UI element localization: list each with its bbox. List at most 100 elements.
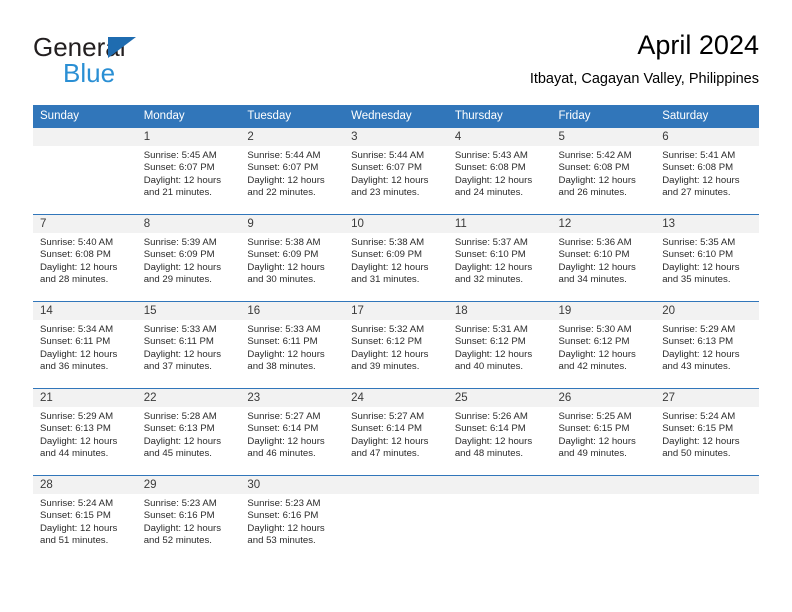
- daylight-duration-line1: Daylight: 12 hours: [454, 261, 533, 273]
- daylight-duration-line1: Daylight: 12 hours: [143, 174, 222, 186]
- calendar-day-cell[interactable]: 4 Sunrise: 5:43 AM Sunset: 6:08 PM Daylight…: [447, 127, 552, 215]
- daylight-duration-line1: Daylight: 12 hours: [558, 174, 636, 186]
- calendar-day-cell[interactable]: 7 Sunrise: 5:40 AM Sunset: 6:08 PM Daylight…: [33, 214, 137, 302]
- calendar-day-cell[interactable]: 30 Sunrise: 5:23 AM Sunset: 6:16 PM Dayligh…: [240, 475, 345, 562]
- daylight-duration-line1: Daylight: 12 hours: [247, 435, 325, 447]
- sunrise-time: Sunrise: 5:29 AM: [662, 324, 736, 335]
- daylight-duration-line1: Daylight: 12 hours: [40, 435, 118, 447]
- daylight-duration-line2: and 34 minutes.: [558, 274, 627, 286]
- calendar-day-cell[interactable]: 6 Sunrise: 5:41 AM Sunset: 6:08 PM Daylight…: [655, 127, 759, 215]
- calendar-day-cell[interactable]: 11 Sunrise: 5:37 AM Sunset: 6:10 PM Dayligh…: [447, 214, 552, 302]
- sunrise-sunset-calendar-table: Sunday Monday Tuesday Wednesday Thursday…: [33, 105, 759, 562]
- calendar-day-cell[interactable]: 16 Sunrise: 5:33 AM Sunset: 6:11 PM Dayligh…: [240, 301, 345, 389]
- day-details: Sunrise: 5:33 AM Sunset: 6:11 PM Daylight:…: [137, 320, 241, 374]
- daylight-duration-line2: and 43 minutes.: [662, 361, 731, 373]
- weekday-header-monday: Monday: [136, 105, 241, 128]
- calendar-week-row: 21 Sunrise: 5:29 AM Sunset: 6:13 PM Dayligh…: [33, 388, 759, 476]
- sunrise-time: Sunrise: 5:36 AM: [558, 237, 632, 248]
- calendar-day-cell[interactable]: 22 Sunrise: 5:28 AM Sunset: 6:13 PM Dayligh…: [136, 388, 241, 476]
- calendar-day-cell[interactable]: 27 Sunrise: 5:24 AM Sunset: 6:15 PM Dayligh…: [655, 388, 759, 476]
- calendar-day-cell[interactable]: 21 Sunrise: 5:29 AM Sunset: 6:13 PM Dayligh…: [33, 388, 137, 476]
- daylight-duration-line1: Daylight: 12 hours: [454, 174, 533, 186]
- calendar-day-cell[interactable]: 2 Sunrise: 5:44 AM Sunset: 6:07 PM Daylight…: [240, 127, 345, 215]
- daylight-duration-line2: and 45 minutes.: [143, 448, 212, 460]
- day-cell-inner: 24 Sunrise: 5:27 AM Sunset: 6:14 PM Dayligh…: [344, 389, 448, 475]
- calendar-day-cell[interactable]: 18 Sunrise: 5:31 AM Sunset: 6:12 PM Dayligh…: [447, 301, 552, 389]
- sunset-time: Sunset: 6:08 PM: [454, 162, 526, 174]
- daylight-duration-line2: and 51 minutes.: [40, 535, 109, 547]
- weekday-header-tuesday: Tuesday: [240, 105, 345, 128]
- daylight-duration-line1: Daylight: 12 hours: [143, 348, 222, 360]
- sunrise-time: Sunrise: 5:24 AM: [40, 498, 114, 509]
- sunset-time: Sunset: 6:08 PM: [558, 162, 630, 174]
- sunset-time: Sunset: 6:12 PM: [558, 336, 630, 348]
- daylight-duration-line1: Daylight: 12 hours: [558, 261, 636, 273]
- calendar-day-cell[interactable]: 10 Sunrise: 5:38 AM Sunset: 6:09 PM Dayligh…: [344, 214, 448, 302]
- day-details: [33, 146, 137, 210]
- daylight-duration-line1: Daylight: 12 hours: [247, 348, 325, 360]
- calendar-day-cell[interactable]: 9 Sunrise: 5:38 AM Sunset: 6:09 PM Daylight…: [240, 214, 345, 302]
- day-cell-inner: 20 Sunrise: 5:29 AM Sunset: 6:13 PM Dayligh…: [655, 302, 759, 388]
- daylight-duration-line2: and 42 minutes.: [558, 361, 627, 373]
- calendar-day-cell[interactable]: 1 Sunrise: 5:45 AM Sunset: 6:07 PM Daylight…: [136, 127, 241, 215]
- calendar-day-cell[interactable]: 15 Sunrise: 5:33 AM Sunset: 6:11 PM Dayligh…: [136, 301, 241, 389]
- weekday-header-saturday: Saturday: [655, 105, 759, 128]
- calendar-day-cell[interactable]: 5 Sunrise: 5:42 AM Sunset: 6:08 PM Daylight…: [551, 127, 656, 215]
- page-subtitle-location: Itbayat, Cagayan Valley, Philippines: [529, 71, 759, 87]
- sunrise-time: Sunrise: 5:33 AM: [143, 324, 217, 335]
- calendar-day-cell[interactable]: 24 Sunrise: 5:27 AM Sunset: 6:14 PM Dayligh…: [344, 388, 448, 476]
- day-cell-inner: [551, 476, 656, 562]
- sunrise-time: Sunrise: 5:42 AM: [558, 150, 632, 161]
- daylight-duration-line1: Daylight: 12 hours: [247, 261, 325, 273]
- day-number: 3: [344, 128, 448, 146]
- calendar-day-cell[interactable]: 25 Sunrise: 5:26 AM Sunset: 6:14 PM Dayligh…: [447, 388, 552, 476]
- day-number: 24: [344, 389, 448, 407]
- calendar-day-cell[interactable]: 12 Sunrise: 5:36 AM Sunset: 6:10 PM Dayligh…: [551, 214, 656, 302]
- daylight-duration-line2: and 37 minutes.: [143, 361, 212, 373]
- day-details: Sunrise: 5:31 AM Sunset: 6:12 PM Daylight:…: [448, 320, 552, 374]
- day-cell-inner: 16 Sunrise: 5:33 AM Sunset: 6:11 PM Dayligh…: [240, 302, 345, 388]
- sunset-time: Sunset: 6:13 PM: [662, 336, 734, 348]
- general-blue-logo[interactable]: General Blue: [33, 32, 253, 92]
- calendar-day-cell[interactable]: 23 Sunrise: 5:27 AM Sunset: 6:14 PM Dayligh…: [240, 388, 345, 476]
- calendar-day-cell[interactable]: 8 Sunrise: 5:39 AM Sunset: 6:09 PM Daylight…: [136, 214, 241, 302]
- day-number: 6: [655, 128, 759, 146]
- day-cell-inner: 9 Sunrise: 5:38 AM Sunset: 6:09 PM Daylight…: [240, 215, 345, 301]
- calendar-day-cell[interactable]: 19 Sunrise: 5:30 AM Sunset: 6:12 PM Dayligh…: [551, 301, 656, 389]
- sunrise-time: Sunrise: 5:44 AM: [351, 150, 425, 161]
- sunrise-time: Sunrise: 5:24 AM: [662, 411, 736, 422]
- calendar-day-cell[interactable]: 28 Sunrise: 5:24 AM Sunset: 6:15 PM Dayligh…: [33, 475, 137, 562]
- sunrise-time: Sunrise: 5:33 AM: [247, 324, 321, 335]
- day-number: [655, 476, 759, 494]
- day-cell-inner: 5 Sunrise: 5:42 AM Sunset: 6:08 PM Daylight…: [551, 128, 656, 214]
- calendar-day-cell[interactable]: 20 Sunrise: 5:29 AM Sunset: 6:13 PM Dayligh…: [655, 301, 759, 389]
- weekday-header-row: Sunday Monday Tuesday Wednesday Thursday…: [33, 105, 759, 128]
- calendar-day-cell[interactable]: 26 Sunrise: 5:25 AM Sunset: 6:15 PM Dayligh…: [551, 388, 656, 476]
- daylight-duration-line1: Daylight: 12 hours: [454, 435, 533, 447]
- day-cell-inner: [655, 476, 759, 562]
- sunrise-time: Sunrise: 5:26 AM: [454, 411, 528, 422]
- day-cell-inner: 21 Sunrise: 5:29 AM Sunset: 6:13 PM Dayligh…: [33, 389, 137, 475]
- daylight-duration-line2: and 39 minutes.: [351, 361, 420, 373]
- daylight-duration-line1: Daylight: 12 hours: [662, 174, 740, 186]
- sunrise-time: Sunrise: 5:38 AM: [351, 237, 425, 248]
- calendar-day-cell[interactable]: 3 Sunrise: 5:44 AM Sunset: 6:07 PM Daylight…: [344, 127, 448, 215]
- calendar-day-cell[interactable]: 14 Sunrise: 5:34 AM Sunset: 6:11 PM Dayligh…: [33, 301, 137, 389]
- calendar-day-cell[interactable]: 29 Sunrise: 5:23 AM Sunset: 6:16 PM Dayligh…: [136, 475, 241, 562]
- calendar-day-cell[interactable]: 13 Sunrise: 5:35 AM Sunset: 6:10 PM Dayligh…: [655, 214, 759, 302]
- daylight-duration-line2: and 23 minutes.: [351, 187, 420, 199]
- sunrise-time: Sunrise: 5:23 AM: [143, 498, 217, 509]
- sunset-time: Sunset: 6:14 PM: [351, 423, 423, 435]
- daylight-duration-line2: and 49 minutes.: [558, 448, 627, 460]
- day-number: 23: [240, 389, 345, 407]
- calendar-day-cell[interactable]: 17 Sunrise: 5:32 AM Sunset: 6:12 PM Dayligh…: [344, 301, 448, 389]
- daylight-duration-line2: and 40 minutes.: [454, 361, 524, 373]
- day-number: 5: [551, 128, 656, 146]
- sunrise-time: Sunrise: 5:35 AM: [662, 237, 736, 248]
- daylight-duration-line1: Daylight: 12 hours: [558, 435, 636, 447]
- daylight-duration-line2: and 28 minutes.: [40, 274, 109, 286]
- sunset-time: Sunset: 6:09 PM: [143, 249, 215, 261]
- daylight-duration-line1: Daylight: 12 hours: [40, 348, 118, 360]
- calendar-empty-cell: [447, 475, 552, 562]
- day-number: 28: [33, 476, 137, 494]
